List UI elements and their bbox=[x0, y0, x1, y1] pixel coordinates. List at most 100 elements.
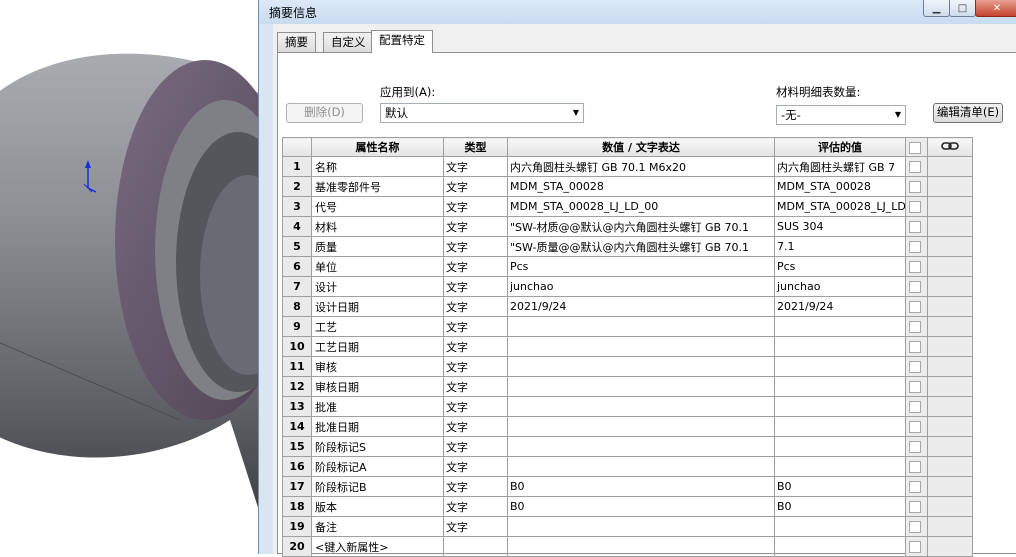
row-checkbox[interactable] bbox=[905, 456, 928, 477]
row-checkbox[interactable] bbox=[905, 256, 928, 277]
table-row[interactable]: 9 工艺 文字 bbox=[282, 316, 973, 337]
delete-button[interactable]: 删除(D) bbox=[286, 103, 363, 123]
table-row[interactable]: 13 批准 文字 bbox=[282, 396, 973, 417]
property-name-cell[interactable]: 批准日期 bbox=[311, 416, 444, 437]
row-checkbox[interactable] bbox=[905, 296, 928, 317]
table-row[interactable]: 6 单位 文字 Pcs Pcs bbox=[282, 256, 973, 277]
value-cell[interactable] bbox=[507, 316, 775, 337]
type-cell[interactable]: 文字 bbox=[443, 476, 508, 497]
row-checkbox[interactable] bbox=[905, 516, 928, 537]
column-header-value[interactable]: 数值 / 文字表达 bbox=[507, 137, 775, 157]
row-checkbox[interactable] bbox=[905, 356, 928, 377]
value-cell[interactable] bbox=[507, 416, 775, 437]
table-row[interactable]: 10 工艺日期 文字 bbox=[282, 336, 973, 357]
property-name-cell[interactable]: 版本 bbox=[311, 496, 444, 517]
maximize-button[interactable]: □ bbox=[949, 0, 976, 17]
minimize-button[interactable]: ▁ bbox=[923, 0, 950, 17]
value-cell[interactable]: Pcs bbox=[507, 256, 775, 277]
table-row[interactable]: 1 名称 文字 内六角圆柱头螺钉 GB 70.1 M6x20 内六角圆柱头螺钉 GB 7 bbox=[282, 156, 973, 177]
type-cell[interactable]: 文字 bbox=[443, 456, 508, 477]
row-checkbox[interactable] bbox=[905, 176, 928, 197]
value-cell[interactable]: 内六角圆柱头螺钉 GB 70.1 M6x20 bbox=[507, 156, 775, 177]
table-row[interactable]: 4 材料 文字 "SW-材质@@默认@内六角圆柱头螺钉 GB 70.1 SUS 304 bbox=[282, 216, 973, 237]
property-name-cell[interactable]: 代号 bbox=[311, 196, 444, 217]
table-row[interactable]: 12 审核日期 文字 bbox=[282, 376, 973, 397]
value-cell[interactable] bbox=[507, 336, 775, 357]
value-cell[interactable] bbox=[507, 516, 775, 537]
row-checkbox[interactable] bbox=[905, 416, 928, 437]
type-cell[interactable]: 文字 bbox=[443, 416, 508, 437]
type-cell[interactable]: 文字 bbox=[443, 316, 508, 337]
value-cell[interactable] bbox=[507, 436, 775, 457]
type-cell[interactable]: 文字 bbox=[443, 216, 508, 237]
value-cell[interactable] bbox=[507, 456, 775, 477]
property-name-cell[interactable]: 设计日期 bbox=[311, 296, 444, 317]
value-cell[interactable]: "SW-材质@@默认@内六角圆柱头螺钉 GB 70.1 bbox=[507, 216, 775, 237]
table-row[interactable]: 16 阶段标记A 文字 bbox=[282, 456, 973, 477]
value-cell[interactable]: MDM_STA_00028_LJ_LD_00 bbox=[507, 196, 775, 217]
value-cell[interactable]: B0 bbox=[507, 496, 775, 517]
apply-to-select[interactable]: 默认 ▼ bbox=[380, 103, 584, 123]
type-cell[interactable]: 文字 bbox=[443, 156, 508, 177]
type-cell[interactable]: 文字 bbox=[443, 236, 508, 257]
property-name-cell[interactable]: 阶段标记B bbox=[311, 476, 444, 497]
bom-quantity-select[interactable]: -无- ▼ bbox=[776, 105, 906, 125]
tab-custom[interactable]: 自定义 bbox=[323, 32, 374, 52]
value-cell[interactable] bbox=[507, 376, 775, 397]
property-name-cell[interactable]: 审核日期 bbox=[311, 376, 444, 397]
row-checkbox[interactable] bbox=[905, 316, 928, 337]
row-checkbox[interactable] bbox=[905, 216, 928, 237]
property-name-cell[interactable]: 工艺 bbox=[311, 316, 444, 337]
table-row[interactable]: 7 设计 文字 junchao junchao bbox=[282, 276, 973, 297]
tab-summary[interactable]: 摘要 bbox=[277, 32, 316, 52]
type-cell[interactable]: 文字 bbox=[443, 436, 508, 457]
value-cell[interactable] bbox=[507, 356, 775, 377]
row-checkbox[interactable] bbox=[905, 236, 928, 257]
property-name-cell[interactable]: 质量 bbox=[311, 236, 444, 257]
property-name-cell[interactable]: 名称 bbox=[311, 156, 444, 177]
type-cell[interactable]: 文字 bbox=[443, 336, 508, 357]
type-cell[interactable]: 文字 bbox=[443, 376, 508, 397]
table-row[interactable]: 14 批准日期 文字 bbox=[282, 416, 973, 437]
row-checkbox[interactable] bbox=[905, 196, 928, 217]
value-cell[interactable]: "SW-质量@@默认@内六角圆柱头螺钉 GB 70.1 bbox=[507, 236, 775, 257]
property-name-cell[interactable]: 审核 bbox=[311, 356, 444, 377]
table-row[interactable]: 3 代号 文字 MDM_STA_00028_LJ_LD_00 MDM_STA_00028… bbox=[282, 196, 973, 217]
table-row[interactable]: 5 质量 文字 "SW-质量@@默认@内六角圆柱头螺钉 GB 70.1 7.1 bbox=[282, 236, 973, 257]
table-row[interactable]: 2 基准零部件号 文字 MDM_STA_00028 MDM_STA_00028 bbox=[282, 176, 973, 197]
row-checkbox[interactable] bbox=[905, 376, 928, 397]
table-row[interactable]: 18 版本 文字 B0 B0 bbox=[282, 496, 973, 517]
property-name-cell[interactable]: 设计 bbox=[311, 276, 444, 297]
column-header-type[interactable]: 类型 bbox=[443, 137, 508, 157]
dialog-titlebar[interactable]: 摘要信息 ▁ □ ✕ bbox=[259, 0, 1016, 24]
table-row[interactable]: 8 设计日期 文字 2021/9/24 2021/9/24 bbox=[282, 296, 973, 317]
column-header-name[interactable]: 属性名称 bbox=[311, 137, 444, 157]
value-cell[interactable]: MDM_STA_00028 bbox=[507, 176, 775, 197]
table-row[interactable]: 15 阶段标记S 文字 bbox=[282, 436, 973, 457]
type-cell[interactable]: 文字 bbox=[443, 496, 508, 517]
value-cell[interactable]: B0 bbox=[507, 476, 775, 497]
type-cell[interactable]: 文字 bbox=[443, 256, 508, 277]
value-cell[interactable] bbox=[507, 396, 775, 417]
type-cell[interactable]: 文字 bbox=[443, 276, 508, 297]
link-icon[interactable] bbox=[927, 137, 973, 157]
type-cell[interactable]: 文字 bbox=[443, 356, 508, 377]
type-cell[interactable]: 文字 bbox=[443, 396, 508, 417]
row-checkbox[interactable] bbox=[905, 476, 928, 497]
property-name-cell[interactable]: 工艺日期 bbox=[311, 336, 444, 357]
property-name-cell[interactable]: 备注 bbox=[311, 516, 444, 537]
table-row[interactable]: 17 阶段标记B 文字 B0 B0 bbox=[282, 476, 973, 497]
cad-viewport[interactable] bbox=[0, 0, 262, 554]
row-checkbox[interactable] bbox=[905, 436, 928, 457]
property-name-cell[interactable]: 阶段标记S bbox=[311, 436, 444, 457]
property-name-cell[interactable]: 阶段标记A bbox=[311, 456, 444, 477]
type-cell[interactable]: 文字 bbox=[443, 196, 508, 217]
column-header-evaluated[interactable]: 评估的值 bbox=[774, 137, 906, 157]
row-checkbox[interactable] bbox=[905, 336, 928, 357]
table-row[interactable]: 11 审核 文字 bbox=[282, 356, 973, 377]
property-name-cell[interactable]: 材料 bbox=[311, 216, 444, 237]
value-cell[interactable]: junchao bbox=[507, 276, 775, 297]
property-name-cell[interactable]: 基准零部件号 bbox=[311, 176, 444, 197]
type-cell[interactable]: 文字 bbox=[443, 176, 508, 197]
type-cell[interactable]: 文字 bbox=[443, 516, 508, 537]
